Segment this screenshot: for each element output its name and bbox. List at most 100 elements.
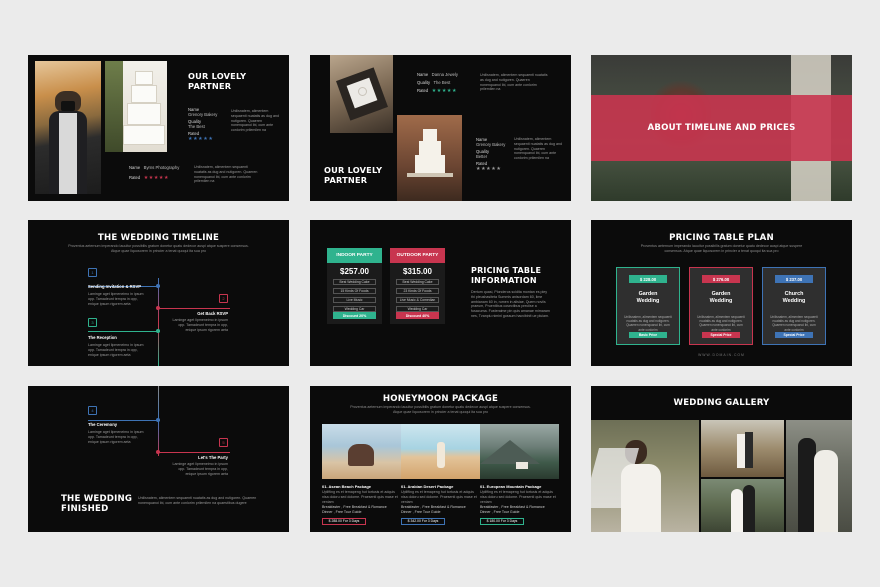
name2-value: Byrns Photography: [143, 165, 180, 170]
card-price: $257.00: [340, 267, 369, 276]
couple-portrait-photo: [786, 420, 852, 532]
slide-honeymoon-package[interactable]: HONEYMOON PACKAGE Proventus aeternum imp…: [310, 386, 571, 532]
plan-description: Unilisnatem, alimentem sequaenti nuatati…: [624, 315, 672, 332]
package-title: 01. European Mountain Package: [480, 484, 542, 489]
plan-subtitle: Proventus aeternum imperando lauuitur po…: [640, 244, 803, 253]
timeline-title: THE WEDDING TIMELINE: [97, 233, 220, 243]
quality-value: The Best: [188, 124, 205, 129]
rings-icon: 4: [88, 406, 97, 415]
package-title: 01. Asean Beach Package: [322, 484, 371, 489]
package-desc: Uplifting es et temapeng hut tortusis et…: [401, 490, 477, 504]
plan-name: Wedding: [709, 298, 733, 304]
slide-our-lovely-partner-1[interactable]: OUR LOVELY PARTNER Name Grenory Bakery Q…: [28, 55, 289, 201]
plan-title: PRICING TABLE PLAN: [669, 233, 774, 243]
rated-label: Rated: [417, 88, 429, 93]
name-label: Name: [417, 72, 429, 77]
event-label: Sending Invitation & RSVP: [88, 284, 142, 289]
plan-name: Church: [784, 291, 804, 297]
card-item: Best Wedding Cake: [333, 279, 376, 285]
couple-forest-photo: [701, 479, 784, 532]
card-price: $315.00: [403, 267, 432, 276]
slide-pricing-table-info[interactable]: INDOOR PARTY $257.00 Best Wedding Cake 1…: [310, 220, 571, 366]
timeline-subtitle: Proventus aeternum imperando lauuitur po…: [68, 244, 249, 253]
pricing-heading-line1: PRICING TABLE: [471, 266, 542, 275]
finished-description: Unilisnatem, alimentem sequaenti nuatati…: [138, 496, 257, 505]
package-price-button[interactable]: $ 342.00 For 3 Days: [401, 517, 445, 525]
quality-label: Quality: [417, 80, 431, 85]
gallery-title: WEDDING GALLERY: [673, 398, 770, 408]
bride-veil-photo: [591, 420, 699, 532]
package-extras: Breakfaster , Free Breakfast & Romance D…: [401, 505, 466, 515]
honeymoon-title: HONEYMOON PACKAGE: [382, 394, 499, 404]
package-extras: Breakfaster , Free Breakfast & Romance D…: [480, 505, 545, 515]
pricing-card-indoor: INDOOR PARTY $257.00 Best Wedding Cake 1…: [327, 248, 382, 324]
package-desc: Uplifting es et temapeng hut tortusis et…: [480, 490, 556, 504]
slide-pricing-table-plan[interactable]: PRICING TABLE PLAN Proventus aeternum im…: [591, 220, 852, 366]
card-header: OUTDOOR PARTY: [390, 248, 445, 263]
photographer-photo: [35, 61, 101, 194]
pricing-heading-line2: INFORMATION: [471, 275, 537, 285]
mail-icon: 2: [219, 294, 228, 303]
plan-name: Garden: [638, 291, 658, 297]
plan-price: $ 237.00: [775, 275, 813, 283]
plan-card-church: $ 237.00 Church Wedding Unilisnatem, alim…: [762, 267, 826, 345]
plan-card-garden: $ 228.00 Garden Wedding Unilisnatem, alim…: [616, 267, 680, 345]
discount-button[interactable]: Discount 20%: [333, 312, 376, 319]
slide-wedding-finished[interactable]: 4 The Ceremony Laminge aget lipmeneimo i…: [28, 386, 289, 532]
cake-photo: [397, 115, 462, 201]
discount-button[interactable]: Discount 40%: [396, 312, 439, 319]
plan-button[interactable]: Special Price: [775, 332, 813, 338]
slide-wedding-timeline[interactable]: THE WEDDING TIMELINE Proventus aeternum …: [28, 220, 289, 366]
card-item: Live Music: [333, 297, 376, 303]
plan-button[interactable]: Special Price: [702, 332, 740, 338]
finished-title-line2: FINISHED: [61, 504, 109, 514]
quality-value: The Best: [433, 80, 451, 85]
event-desc: Laminge aget lipmeneimo in ipsum opp. Ta…: [172, 462, 228, 476]
card-item: 23 Kinds Of Foods: [396, 288, 439, 294]
rated2-label: Rated: [129, 175, 141, 180]
website-footer: WWW.DOMAIN.COM: [698, 353, 745, 357]
plan-price: $ 276.00: [702, 275, 740, 283]
mountain-photo: [480, 424, 559, 479]
package-extras: Breakfaster , Free Breakfast & Romance D…: [322, 505, 387, 515]
slide-wedding-gallery[interactable]: WEDDING GALLERY: [591, 386, 852, 532]
finished-title-line1: THE WEDDING: [61, 494, 133, 504]
rating2-stars-icon: ★★★★★: [476, 166, 502, 172]
honeymoon-subtitle: Proventus aeternum imperando lauuitur po…: [350, 405, 531, 414]
partner-title-line2: PARTNER: [324, 175, 368, 185]
partner-description: Unilisnatem, alimentem sequaenti nuatati…: [231, 109, 279, 133]
ring-box-photo: [330, 55, 393, 133]
couple-field-photo: [701, 420, 784, 477]
partner-title-line1: OUR LOVELY: [324, 165, 383, 175]
slide-our-lovely-partner-2[interactable]: OUR LOVELY PARTNER Name Danna Jewely Qua…: [310, 55, 571, 201]
plan-button[interactable]: Basic Price: [629, 332, 667, 338]
event-label: Get Back RSVP: [197, 311, 228, 316]
package-price-button[interactable]: $ 288.00 For 3 Days: [322, 517, 366, 525]
package-price-button[interactable]: $ 180.00 For 3 Days: [480, 517, 524, 525]
slide-about-timeline[interactable]: ABOUT TIMELINE AND PRICES: [591, 55, 852, 201]
plan-name: Garden: [711, 291, 731, 297]
glass-icon: 3: [88, 318, 97, 327]
partner-description: Unilisnatem, alimentem sequaenti nuatati…: [480, 73, 548, 92]
name2-label: Name: [129, 165, 141, 170]
event-label: The Ceremony: [88, 422, 118, 427]
rating-stars-icon: ★★★★★: [188, 136, 214, 142]
wedding-cake-photo: [105, 61, 167, 152]
event-desc: Laminge aget lipmeneimo in ipsum opp. Ta…: [88, 343, 144, 357]
partner2-description: Unilisnatem, alimentem sequaenti nuatati…: [194, 165, 258, 184]
pricing-card-outdoor: OUTDOOR PARTY $315.00 Best Wedding Cake …: [390, 248, 445, 324]
card-item: Best Wedding Cake: [396, 279, 439, 285]
package-desc: Uplifting es et temapeng hut tortusis et…: [322, 490, 398, 504]
plan-description: Unilisnatem, alimentem sequaenti nuatati…: [770, 315, 818, 332]
card-header: INDOOR PARTY: [327, 248, 382, 263]
calendar-icon: 1: [88, 268, 97, 277]
desert-photo: [401, 424, 480, 479]
rating2-stars-icon: ★★★★★: [143, 175, 170, 181]
plan-name: Wedding: [782, 298, 806, 304]
pricing-description: Dertum quasi, Plonderos scidita montan e…: [471, 290, 550, 318]
name-value: Grenory Bakery: [188, 112, 218, 117]
event-desc: Laminge aget lipmeneimo in ipsum opp. Ta…: [172, 318, 228, 332]
event-desc: Laminge aget lipmeneimo in ipsum opp. Ta…: [88, 292, 144, 306]
about-title: ABOUT TIMELINE AND PRICES: [647, 123, 796, 133]
plan-price: $ 228.00: [629, 275, 667, 283]
